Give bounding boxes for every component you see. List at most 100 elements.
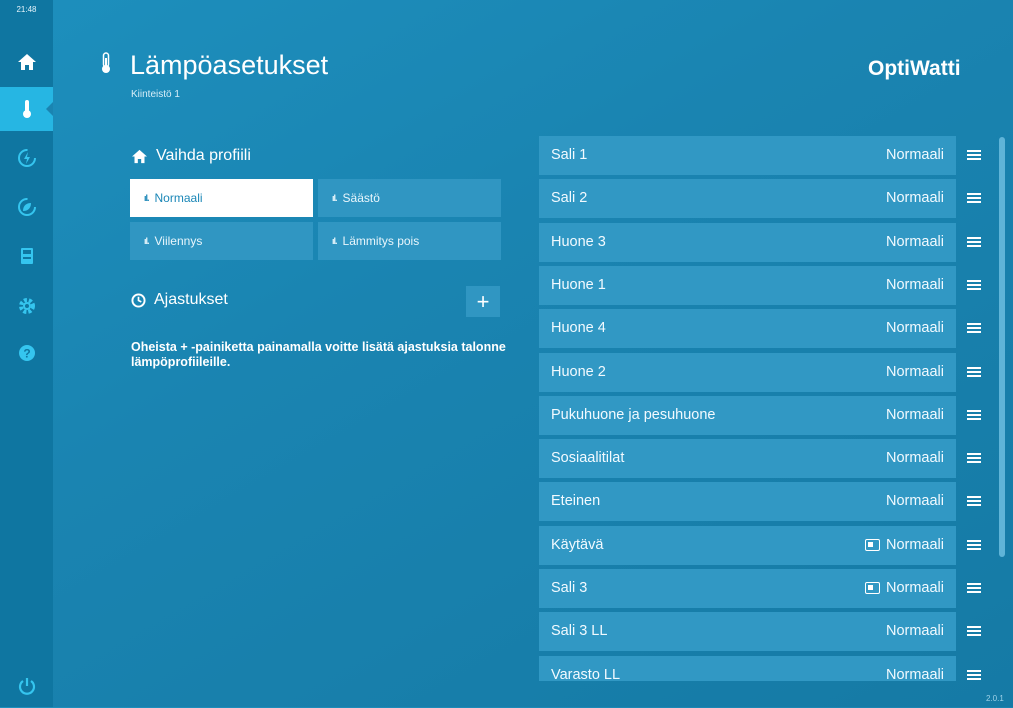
room-name: Sosiaalitilat (551, 450, 625, 467)
room-card[interactable]: Huone 1 Normaali (539, 265, 956, 305)
room-card[interactable]: Sali 1 Normaali (539, 136, 956, 175)
home-icon (132, 149, 147, 163)
room-name: Käytävä (551, 536, 604, 553)
room-row: Varasto LL Normaali (539, 655, 991, 681)
room-profile: Normaali (886, 320, 944, 336)
profile-section-title: Vaihda profiili (131, 147, 251, 165)
sidebar-item-energy[interactable] (0, 136, 53, 180)
sidebar-item-help[interactable]: ? (0, 331, 53, 375)
room-card[interactable]: Sali 3 LL Normaali (539, 612, 956, 652)
schedule-icon (864, 582, 880, 594)
room-card[interactable]: Sosiaalitilat Normaali (539, 439, 956, 479)
room-name: Pukuhuone ja pesuhuone (551, 406, 716, 423)
menu-icon[interactable] (967, 321, 981, 335)
room-card[interactable]: Huone 4 Normaali (539, 309, 956, 349)
room-profile-label: Normaali (885, 580, 944, 596)
menu-icon[interactable] (967, 235, 981, 249)
room-profile-label: Normaali (885, 450, 944, 467)
room-row: Huone 3 Normaali (539, 222, 991, 262)
menu-icon[interactable] (967, 278, 981, 292)
sidebar-item-home[interactable] (0, 40, 53, 84)
room-name: Eteinen (551, 493, 601, 510)
room-name: Sali 3 LL (551, 623, 608, 640)
room-profile: Normaali (886, 234, 944, 250)
menu-icon[interactable] (967, 581, 981, 595)
profile-button-viilennys[interactable]: ıl. Viilennys (130, 222, 313, 260)
bar-chart-icon: ıl. (332, 236, 337, 246)
room-row: Sosiaalitilat Normaali (539, 439, 991, 479)
profile-button-normaali[interactable]: ıl. Normaali (130, 179, 313, 217)
menu-icon[interactable] (967, 451, 981, 465)
room-profile: Normaali (886, 450, 944, 466)
room-row: Sali 2 Normaali (539, 179, 991, 219)
room-profile: Normaali (886, 407, 944, 423)
room-profile: Normaali (886, 364, 944, 380)
room-card[interactable]: Käytävä Normaali (539, 525, 956, 565)
clock-icon (131, 292, 146, 308)
bar-chart-icon: ıl. (144, 193, 149, 203)
room-list: Sali 1 Normaali Sali 2 Normaali Huone 3 Norma… (539, 136, 991, 681)
leaf-icon (17, 198, 36, 216)
version-label: 2.0.1 (986, 694, 1004, 703)
menu-icon[interactable] (967, 365, 981, 379)
sidebar-item-settings[interactable] (0, 284, 53, 328)
sidebar: 21:48 ? (0, 0, 53, 707)
room-card[interactable]: Eteinen Normaali (539, 482, 956, 522)
page-title: Lämpöasetukset (130, 50, 329, 80)
menu-icon[interactable] (967, 191, 981, 205)
menu-icon[interactable] (967, 408, 981, 422)
schedule-icon (864, 538, 880, 551)
room-card[interactable]: Pukuhuone ja pesuhuone Normaali (539, 395, 956, 435)
room-name: Varasto LL (551, 666, 621, 681)
room-card[interactable]: Sali 2 Normaali (539, 179, 956, 219)
room-card[interactable]: Varasto LL Normaali (539, 655, 956, 681)
room-name: Sali 3 (551, 580, 588, 596)
room-profile: Normaali (886, 623, 944, 639)
room-profile: Normaali (886, 147, 944, 163)
sidebar-item-meter[interactable] (0, 234, 53, 278)
svg-text:?: ? (23, 347, 30, 361)
room-profile-label: Normaali (885, 233, 944, 250)
menu-icon[interactable] (967, 668, 981, 681)
room-profile: Normaali (886, 667, 944, 681)
room-row: Huone 2 Normaali (539, 352, 991, 392)
menu-icon[interactable] (967, 148, 981, 162)
room-card[interactable]: Huone 2 Normaali (539, 352, 956, 392)
meter-icon (20, 248, 33, 264)
schedules-section-label: Ajastukset (154, 291, 228, 308)
room-card[interactable]: Sali 3 Normaali (539, 569, 956, 608)
room-name: Sali 1 (551, 147, 588, 163)
room-profile-label: Normaali (885, 276, 944, 293)
help-icon: ? (18, 345, 35, 361)
thermometer-icon (22, 100, 31, 118)
power-button[interactable] (0, 664, 53, 708)
room-profile-label: Normaali (885, 320, 944, 337)
room-profile-label: Normaali (885, 536, 944, 553)
room-profile-label: Normaali (885, 190, 944, 207)
room-list-scrollbar[interactable] (999, 137, 1005, 557)
menu-icon[interactable] (967, 494, 981, 508)
room-profile-label: Normaali (885, 666, 944, 681)
thermometer-icon (102, 52, 110, 73)
menu-icon[interactable] (967, 538, 981, 552)
room-card[interactable]: Huone 3 Normaali (539, 222, 956, 262)
add-schedule-button[interactable]: + (466, 286, 500, 317)
schedules-section-title: Ajastukset (131, 291, 228, 309)
sidebar-item-heating[interactable] (0, 87, 53, 131)
bar-chart-icon: ıl. (332, 193, 337, 203)
sidebar-item-saving[interactable] (0, 185, 53, 229)
room-name: Huone 2 (551, 363, 606, 380)
power-icon (18, 678, 35, 695)
room-name: Sali 2 (551, 190, 588, 207)
profile-button-saasto[interactable]: ıl. Säästö (318, 179, 501, 217)
room-profile: Normaali (886, 493, 944, 509)
profile-button-label: Lämmitys pois (342, 234, 420, 248)
room-profile-label: Normaali (885, 623, 944, 640)
room-row: Sali 3 Normaali (539, 569, 991, 608)
room-profile-label: Normaali (885, 363, 944, 380)
bar-chart-icon: ıl. (144, 236, 149, 246)
menu-icon[interactable] (967, 624, 981, 638)
clock: 21:48 (16, 5, 37, 14)
profile-button-lammitys-pois[interactable]: ıl. Lämmitys pois (318, 222, 501, 260)
room-name: Huone 1 (551, 276, 606, 293)
